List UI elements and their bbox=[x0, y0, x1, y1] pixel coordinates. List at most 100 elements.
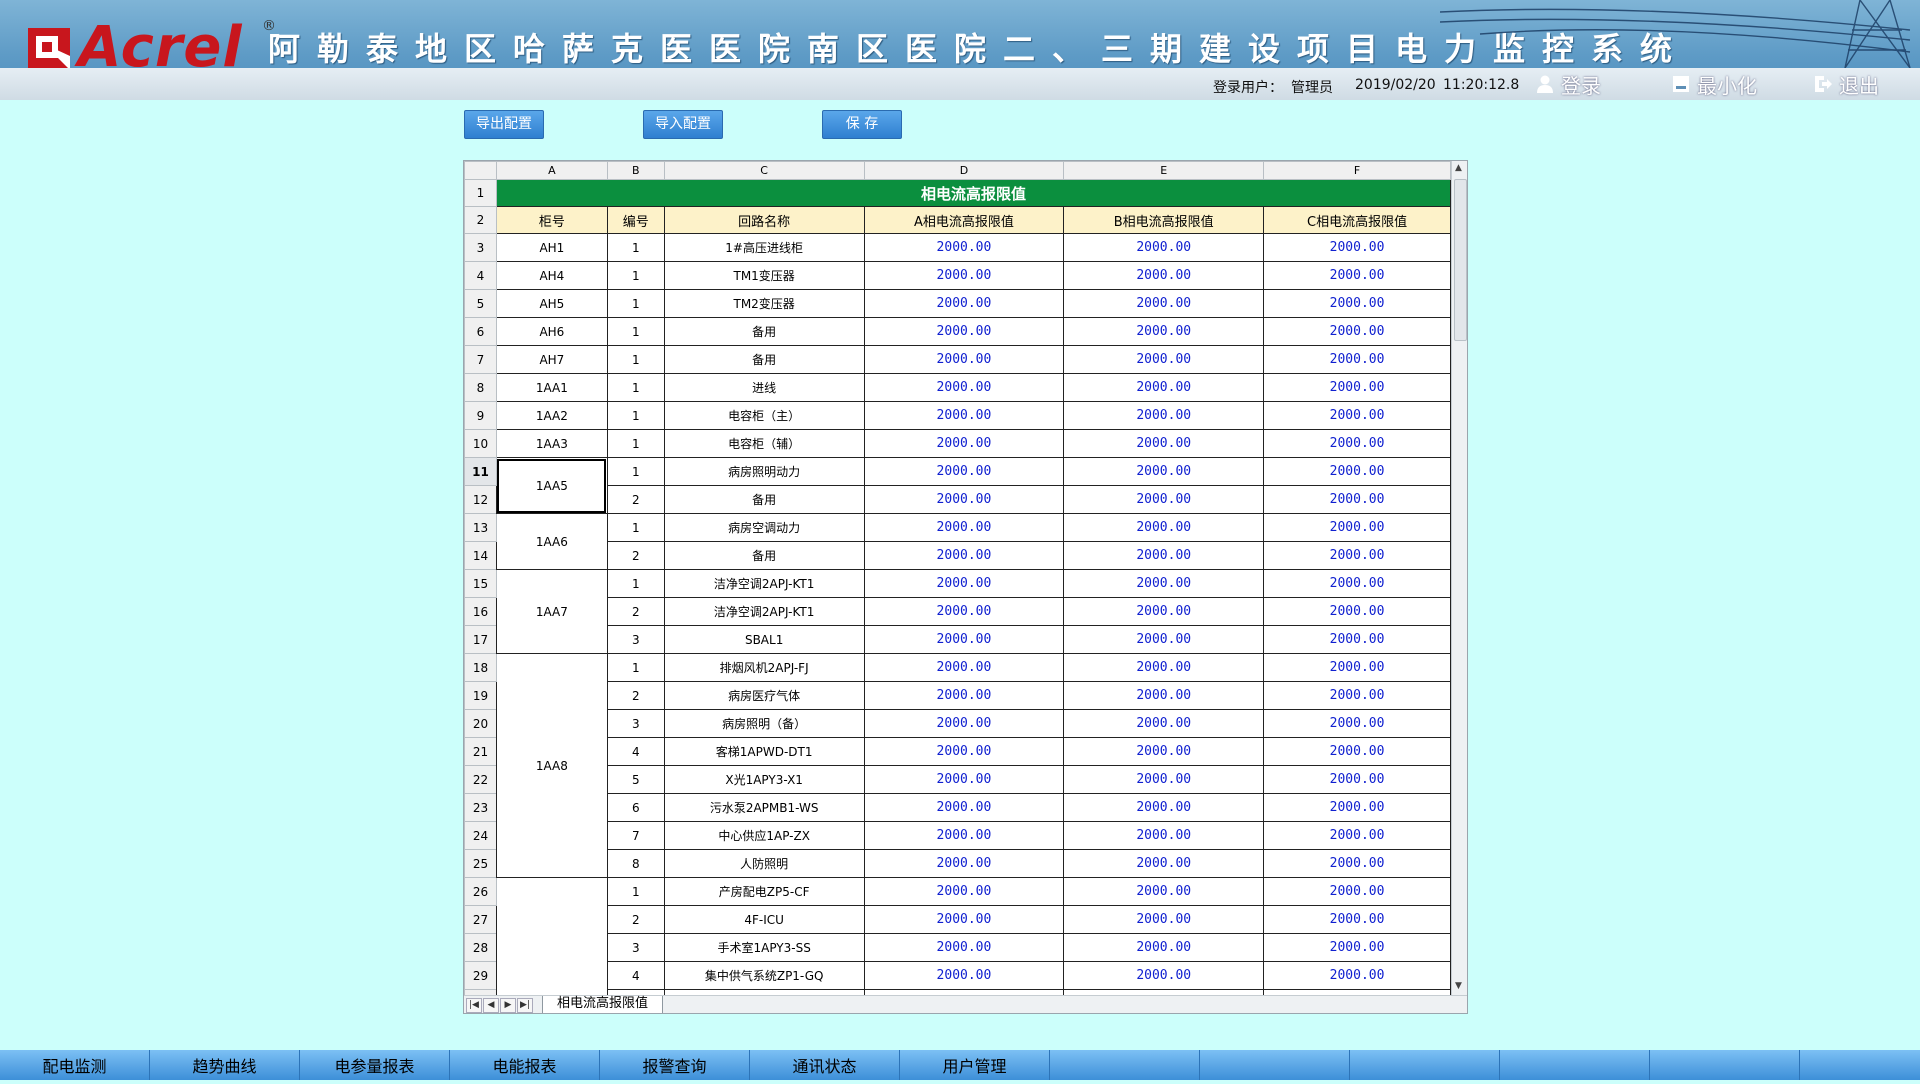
circuit-number-cell[interactable]: 4 bbox=[606, 961, 665, 990]
phase-c-limit-cell[interactable]: 2000.00 bbox=[1263, 681, 1451, 710]
phase-b-limit-cell[interactable]: 2000.00 bbox=[1063, 373, 1265, 402]
spreadsheet[interactable]: A B C D E F 1 相电流高报限值 2 柜号 编号 回路名称 A相电流高报限值 B相电流高报限值 C… bbox=[463, 160, 1468, 1014]
nav-item-empty[interactable] bbox=[1800, 1050, 1920, 1080]
circuit-number-cell[interactable]: 2 bbox=[606, 597, 665, 626]
phase-b-limit-cell[interactable]: 2000.00 bbox=[1063, 317, 1265, 346]
phase-a-limit-cell[interactable]: 2000.00 bbox=[863, 345, 1065, 374]
row-header[interactable]: 11 bbox=[464, 457, 497, 486]
circuit-number-cell[interactable]: 2 bbox=[606, 681, 665, 710]
phase-a-limit-cell[interactable]: 2000.00 bbox=[863, 485, 1065, 514]
circuit-name-cell[interactable]: 集中供气系统ZP1-GQ bbox=[663, 961, 865, 990]
nav-item-empty[interactable] bbox=[1650, 1050, 1800, 1080]
cabinet-cell[interactable]: 1AA9 bbox=[495, 877, 608, 995]
phase-c-limit-cell[interactable]: 2000.00 bbox=[1263, 233, 1451, 262]
circuit-number-cell[interactable]: 1 bbox=[606, 373, 665, 402]
cabinet-cell[interactable]: AH4 bbox=[495, 261, 608, 290]
row-header[interactable]: 29 bbox=[464, 961, 497, 990]
nav-item[interactable]: 电能报表 bbox=[450, 1050, 600, 1080]
row-header[interactable]: 17 bbox=[464, 625, 497, 654]
phase-b-limit-cell[interactable]: 2000.00 bbox=[1063, 513, 1265, 542]
row-header[interactable]: 15 bbox=[464, 569, 497, 598]
phase-c-limit-cell[interactable]: 2000.00 bbox=[1263, 653, 1451, 682]
row-header[interactable]: 28 bbox=[464, 933, 497, 962]
phase-b-limit-cell[interactable]: 2000.00 bbox=[1063, 961, 1265, 990]
circuit-name-cell[interactable]: 备用 bbox=[663, 345, 865, 374]
circuit-number-cell[interactable]: 1 bbox=[606, 261, 665, 290]
scroll-thumb[interactable] bbox=[1454, 179, 1467, 341]
circuit-number-cell[interactable]: 1 bbox=[606, 233, 665, 262]
phase-a-limit-cell[interactable]: 2000.00 bbox=[863, 233, 1065, 262]
circuit-name-cell[interactable]: 进线 bbox=[663, 373, 865, 402]
cabinet-cell[interactable]: 1AA5 bbox=[495, 457, 608, 514]
nav-item-empty[interactable] bbox=[1500, 1050, 1650, 1080]
phase-c-limit-cell[interactable]: 2000.00 bbox=[1263, 317, 1451, 346]
column-header[interactable]: C bbox=[663, 161, 865, 180]
phase-b-limit-cell[interactable]: 2000.00 bbox=[1063, 681, 1265, 710]
phase-c-limit-cell[interactable]: 2000.00 bbox=[1263, 289, 1451, 318]
phase-a-limit-cell[interactable]: 2000.00 bbox=[863, 793, 1065, 822]
circuit-number-cell[interactable]: 7 bbox=[606, 821, 665, 850]
phase-a-limit-cell[interactable]: 2000.00 bbox=[863, 541, 1065, 570]
phase-a-limit-cell[interactable]: 2000.00 bbox=[863, 289, 1065, 318]
circuit-name-cell[interactable]: 产房配电ZP5-CF bbox=[663, 877, 865, 906]
phase-c-limit-cell[interactable]: 2000.00 bbox=[1263, 401, 1451, 430]
login-button[interactable]: 登录 bbox=[1535, 72, 1601, 98]
row-header[interactable]: 13 bbox=[464, 513, 497, 542]
phase-c-limit-cell[interactable]: 2000.00 bbox=[1263, 905, 1451, 934]
phase-a-limit-cell[interactable]: 2000.00 bbox=[863, 709, 1065, 738]
circuit-name-cell[interactable]: 备用 bbox=[663, 317, 865, 346]
cabinet-cell[interactable]: AH6 bbox=[495, 317, 608, 346]
cabinet-cell[interactable]: 1AA2 bbox=[495, 401, 608, 430]
phase-c-limit-cell[interactable]: 2000.00 bbox=[1263, 625, 1451, 654]
phase-a-limit-cell[interactable]: 2000.00 bbox=[863, 317, 1065, 346]
circuit-name-cell[interactable]: 洁净空调2APJ-KT1 bbox=[663, 569, 865, 598]
circuit-number-cell[interactable]: 3 bbox=[606, 625, 665, 654]
logout-button[interactable]: 退出 bbox=[1813, 72, 1879, 98]
phase-a-limit-cell[interactable]: 2000.00 bbox=[863, 877, 1065, 906]
circuit-number-cell[interactable]: 1 bbox=[606, 653, 665, 682]
row-header[interactable]: 8 bbox=[464, 373, 497, 402]
column-title[interactable]: 柜号 bbox=[495, 206, 608, 234]
last-sheet-icon[interactable]: ▶| bbox=[517, 998, 533, 1013]
phase-c-limit-cell[interactable]: 2000.00 bbox=[1263, 933, 1451, 962]
column-header[interactable]: F bbox=[1263, 161, 1451, 180]
cabinet-cell[interactable]: AH7 bbox=[495, 345, 608, 374]
row-header[interactable]: 1 bbox=[464, 179, 497, 207]
phase-b-limit-cell[interactable]: 2000.00 bbox=[1063, 457, 1265, 486]
row-header[interactable]: 20 bbox=[464, 709, 497, 738]
circuit-name-cell[interactable]: 电容柜（主） bbox=[663, 401, 865, 430]
minimize-button[interactable]: 最小化 bbox=[1671, 72, 1757, 98]
circuit-number-cell[interactable]: 1 bbox=[606, 429, 665, 458]
prev-sheet-icon[interactable]: ◀ bbox=[483, 998, 499, 1013]
column-title[interactable]: B相电流高报限值 bbox=[1063, 206, 1265, 234]
cabinet-cell[interactable]: 1AA6 bbox=[495, 513, 608, 570]
phase-b-limit-cell[interactable]: 2000.00 bbox=[1063, 485, 1265, 514]
circuit-name-cell[interactable]: 客梯1APWD-DT1 bbox=[663, 737, 865, 766]
circuit-number-cell[interactable]: 1 bbox=[606, 345, 665, 374]
phase-a-limit-cell[interactable]: 2000.00 bbox=[863, 513, 1065, 542]
circuit-name-cell[interactable]: 备用 bbox=[663, 541, 865, 570]
phase-c-limit-cell[interactable]: 2000.00 bbox=[1263, 821, 1451, 850]
circuit-name-cell[interactable]: 1#高压进线柜 bbox=[663, 233, 865, 262]
phase-a-limit-cell[interactable]: 2000.00 bbox=[863, 905, 1065, 934]
phase-b-limit-cell[interactable]: 2000.00 bbox=[1063, 653, 1265, 682]
cabinet-cell[interactable]: 1AA8 bbox=[495, 653, 608, 878]
circuit-number-cell[interactable]: 1 bbox=[606, 317, 665, 346]
nav-item[interactable]: 电参量报表 bbox=[300, 1050, 450, 1080]
phase-a-limit-cell[interactable]: 2000.00 bbox=[863, 569, 1065, 598]
phase-a-limit-cell[interactable]: 2000.00 bbox=[863, 625, 1065, 654]
circuit-number-cell[interactable]: 3 bbox=[606, 709, 665, 738]
phase-b-limit-cell[interactable]: 2000.00 bbox=[1063, 261, 1265, 290]
row-header[interactable]: 16 bbox=[464, 597, 497, 626]
circuit-name-cell[interactable]: 人防照明 bbox=[663, 849, 865, 878]
phase-c-limit-cell[interactable]: 2000.00 bbox=[1263, 485, 1451, 514]
phase-a-limit-cell[interactable]: 2000.00 bbox=[863, 933, 1065, 962]
phase-a-limit-cell[interactable]: 2000.00 bbox=[863, 429, 1065, 458]
phase-b-limit-cell[interactable]: 2000.00 bbox=[1063, 401, 1265, 430]
cabinet-cell[interactable]: 1AA7 bbox=[495, 569, 608, 654]
circuit-number-cell[interactable]: 1 bbox=[606, 289, 665, 318]
column-title[interactable]: 编号 bbox=[606, 206, 665, 234]
circuit-number-cell[interactable]: 5 bbox=[606, 765, 665, 794]
cabinet-cell[interactable]: 1AA3 bbox=[495, 429, 608, 458]
column-title[interactable]: A相电流高报限值 bbox=[863, 206, 1065, 234]
